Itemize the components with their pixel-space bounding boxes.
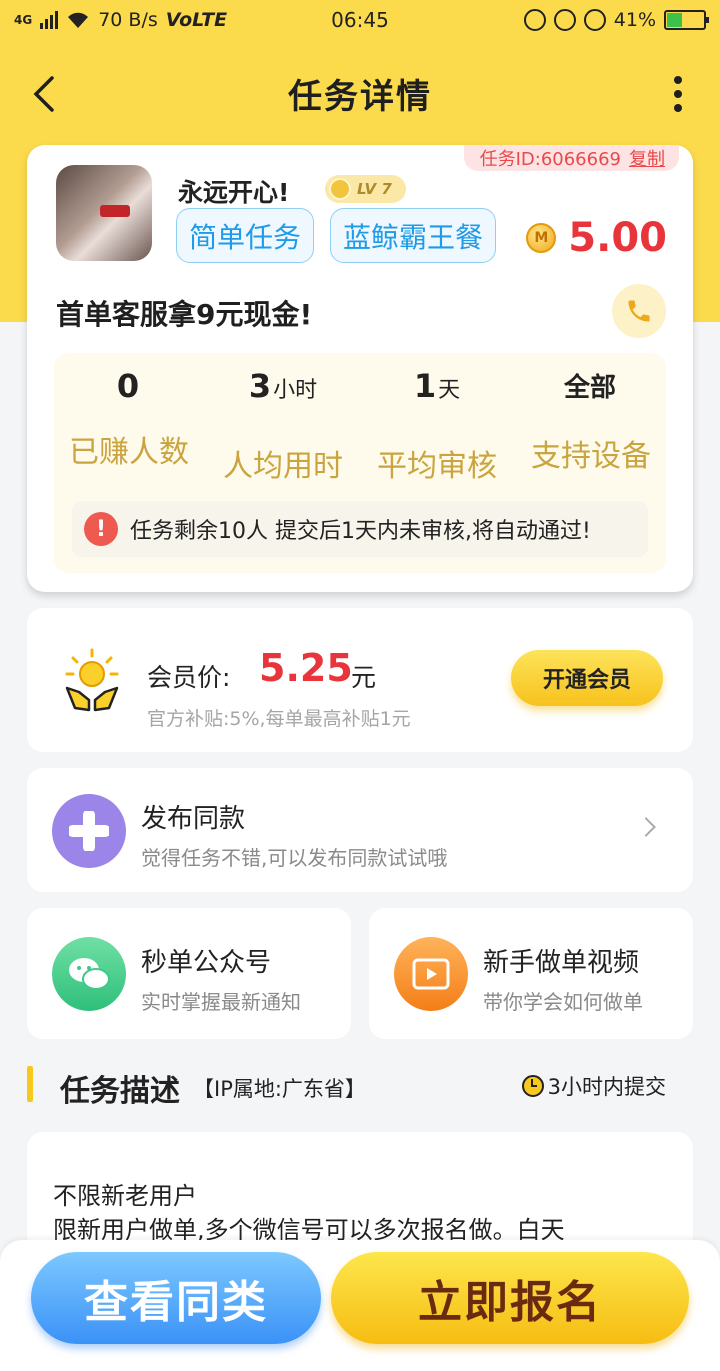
reward: M 5.00 xyxy=(526,215,667,261)
chevron-left-icon[interactable] xyxy=(30,76,60,112)
member-price: 5.25 xyxy=(259,646,353,690)
task-id: 任务ID:6066669 xyxy=(479,149,621,170)
coin-hands-icon xyxy=(65,648,119,712)
status-bar: 4G 70 B/s VoLTE 06:45 41% xyxy=(0,0,720,40)
submit-time-limit: 3小时内提交 xyxy=(521,1071,666,1101)
card-subtitle: 实时掌握最新通知 xyxy=(141,990,301,1014)
task-title: 首单客服拿9元现金! xyxy=(56,298,313,331)
stat-devices: 全部 支持设备 xyxy=(516,367,666,475)
volte-label: VoLTE xyxy=(165,9,228,31)
reward-amount: 5.00 xyxy=(568,215,667,261)
task-notice: ! 任务剩余10人 提交后1天内未审核,将自动通过! xyxy=(72,501,648,557)
section-marker xyxy=(27,1066,33,1102)
stat-earned: 0 已赚人数 xyxy=(54,367,204,471)
publish-subtitle: 觉得任务不错,可以发布同款试试哦 xyxy=(141,846,448,870)
username: 永远开心! xyxy=(178,178,290,207)
coin-icon: M xyxy=(526,223,557,253)
sign-up-button[interactable]: 立即报名 xyxy=(331,1252,689,1344)
clock-icon xyxy=(521,1075,544,1097)
open-vip-button[interactable]: 开通会员 xyxy=(511,650,663,706)
member-price-label: 会员价: xyxy=(147,663,231,692)
stat-label: 平均审核 xyxy=(377,449,497,484)
card-title: 秒单公众号 xyxy=(141,948,272,978)
level-badge: LV 7 xyxy=(325,175,406,203)
battery-fill xyxy=(667,13,682,27)
card-title: 新手做单视频 xyxy=(483,948,640,978)
battery-icon xyxy=(664,10,709,30)
member-card: 会员价: 5.25 元 官方补贴:5%,每单最高补贴1元 开通会员 xyxy=(27,608,693,752)
level-icon xyxy=(329,178,351,200)
task-card: 任务ID:6066669 复制 永远开心! LV 7 简单任务 蓝鲸霸王餐 M … xyxy=(27,145,693,592)
network-speed: 70 B/s xyxy=(98,9,158,31)
member-price-unit: 元 xyxy=(351,663,377,692)
alarm-icon xyxy=(583,9,606,31)
clock: 06:45 xyxy=(331,8,389,32)
ip-location: 【IP属地:广东省】 xyxy=(193,1077,366,1101)
copy-id-link[interactable]: 复制 xyxy=(629,145,665,171)
stat-avg-time: 3 小时 人均用时 xyxy=(208,367,358,485)
level-label: LV 7 xyxy=(357,180,392,198)
description-line: 不限新老用户 xyxy=(53,1182,197,1210)
tutorial-video-card[interactable]: 新手做单视频 带你学会如何做单 xyxy=(369,908,693,1039)
stat-unit: 天 xyxy=(438,378,461,403)
screen-lock-icon xyxy=(553,9,576,31)
publish-title: 发布同款 xyxy=(141,804,246,834)
stat-value: 1 xyxy=(413,367,437,405)
stat-unit: 小时 xyxy=(273,378,318,403)
stat-label: 支持设备 xyxy=(531,439,651,474)
notice-text: 任务剩余10人 提交后1天内未审核,将自动通过! xyxy=(130,519,591,544)
task-stats: 0 已赚人数 3 小时 人均用时 1天 平均审核 全部 支持设备 ! 任务剩余10… xyxy=(54,353,666,573)
member-subsidy-note: 官方补贴:5%,每单最高补贴1元 xyxy=(147,708,411,730)
stat-value: 3 xyxy=(248,367,272,405)
video-icon xyxy=(394,937,468,1011)
stat-avg-review: 1天 平均审核 xyxy=(362,367,512,485)
phone-icon[interactable] xyxy=(612,284,666,338)
official-account-card[interactable]: 秒单公众号 实时掌握最新通知 xyxy=(27,908,351,1039)
wifi-icon xyxy=(68,12,89,28)
stat-label: 已赚人数 xyxy=(69,435,189,470)
warning-icon: ! xyxy=(84,512,118,546)
card-subtitle: 带你学会如何做单 xyxy=(483,990,643,1014)
publish-same-card[interactable]: 发布同款 觉得任务不错,可以发布同款试试哦 xyxy=(27,768,693,892)
page-title: 任务详情 xyxy=(288,76,432,117)
battery-percent: 41% xyxy=(613,9,656,31)
stat-value: 0 xyxy=(116,367,140,405)
stat-value: 全部 xyxy=(563,373,616,403)
plus-icon xyxy=(52,794,126,868)
task-id-badge: 任务ID:6066669 复制 xyxy=(463,145,679,171)
tag-simple-task: 简单任务 xyxy=(176,208,315,263)
stat-label: 人均用时 xyxy=(223,449,343,484)
wechat-icon xyxy=(52,937,126,1011)
tag-category: 蓝鲸霸王餐 xyxy=(330,208,497,263)
signal-icon xyxy=(40,11,59,29)
network-type: 4G xyxy=(14,13,33,27)
data-saver-icon xyxy=(523,9,546,31)
bottom-action-bar: 查看同类 立即报名 xyxy=(0,1240,720,1371)
more-vertical-icon[interactable] xyxy=(674,76,682,112)
chevron-right-icon xyxy=(636,817,656,837)
nav-bar: 任务详情 xyxy=(0,54,720,132)
view-similar-button[interactable]: 查看同类 xyxy=(31,1252,321,1344)
time-limit-text: 3小时内提交 xyxy=(547,1075,666,1099)
avatar[interactable] xyxy=(56,165,152,261)
section-title: 任务描述 xyxy=(60,1074,180,1109)
